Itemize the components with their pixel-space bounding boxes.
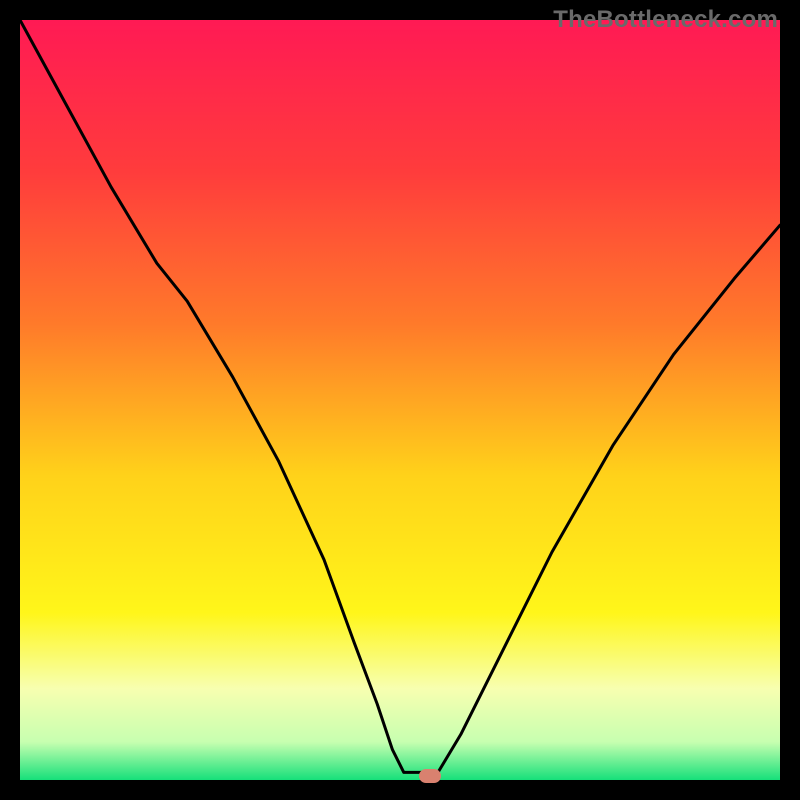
min-point-marker: [419, 769, 441, 783]
curve-layer: [20, 20, 780, 780]
watermark-text: TheBottleneck.com: [553, 6, 778, 34]
plot-area: [20, 20, 780, 780]
chart-root: TheBottleneck.com: [0, 0, 800, 800]
bottleneck-curve: [20, 20, 780, 772]
